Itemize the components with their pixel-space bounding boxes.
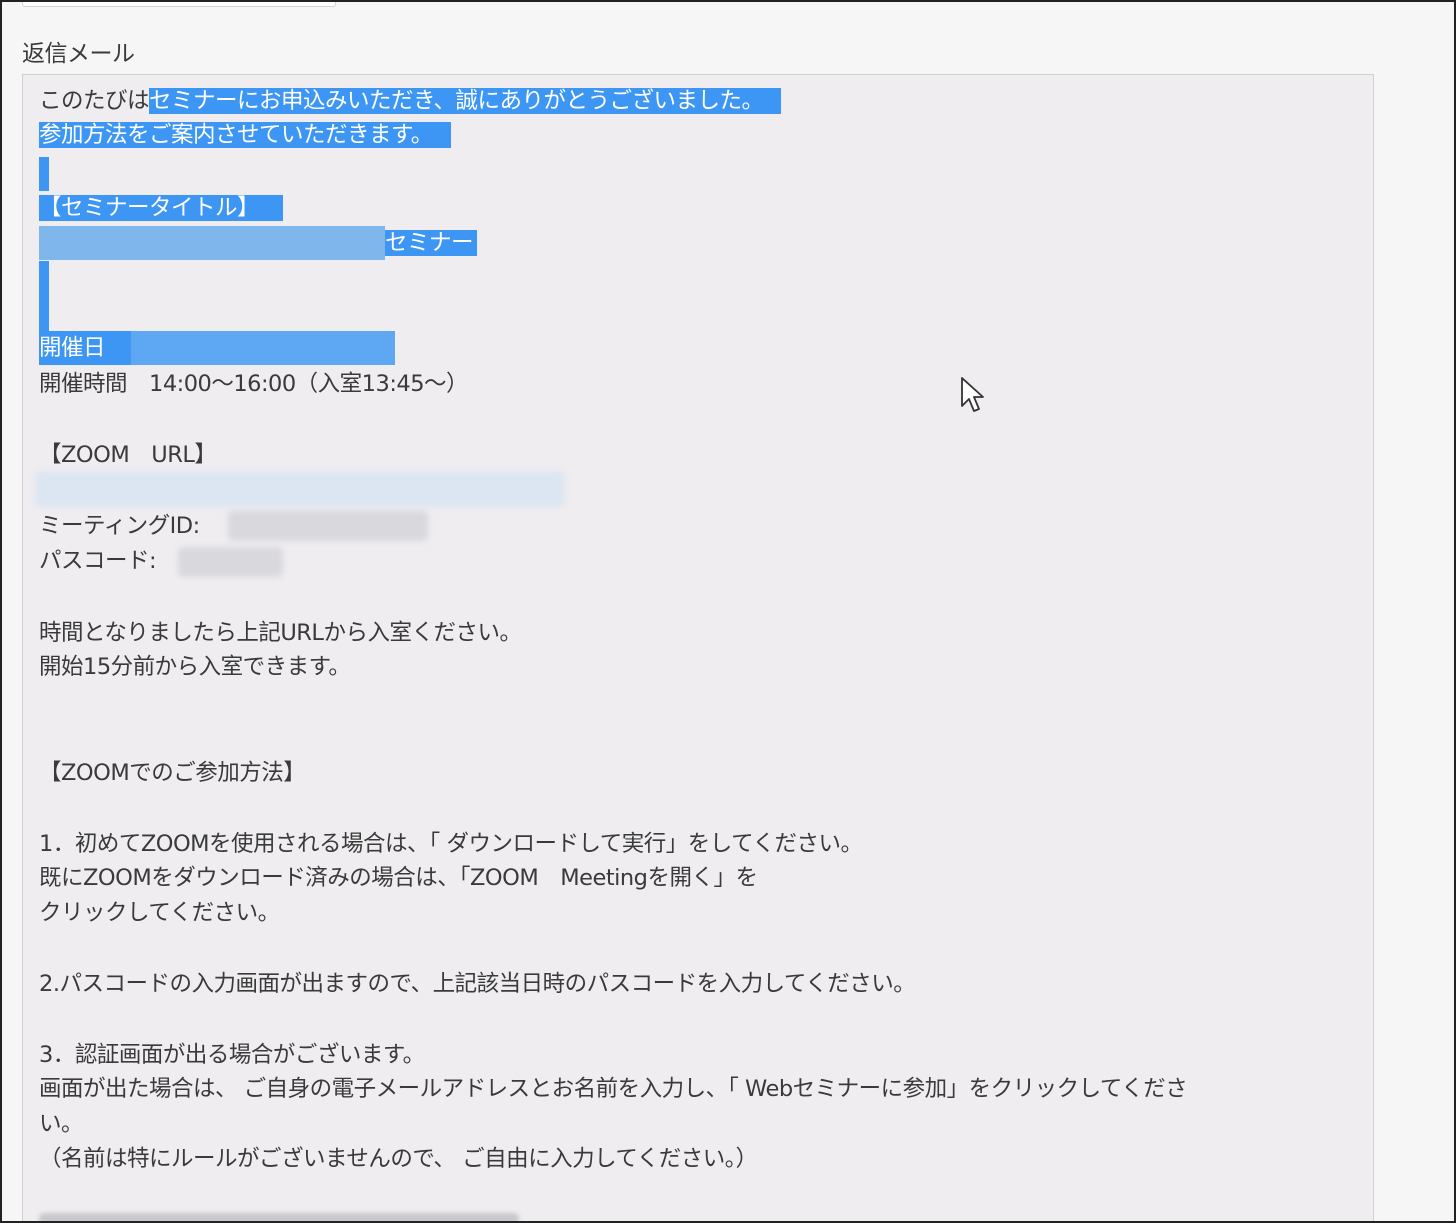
event-date-label: 開催日 xyxy=(39,331,131,365)
step3-line-a: 3．認証画面が出る場合がございます。 xyxy=(39,1042,425,1068)
meeting-id-line: ミーティングID: xyxy=(39,509,200,543)
event-time-line: 開催時間 14:00～16:00（入室13:45～） xyxy=(39,371,469,397)
meeting-id-label: ミーティングID: xyxy=(39,513,200,539)
guide-line: 参加方法をご案内させていただきます。 xyxy=(39,118,451,152)
zoom-url-blurred xyxy=(35,471,565,507)
guide-text: 参加方法をご案内させていただきます。 xyxy=(39,122,451,148)
intro-line: このたびはセミナーにお申込みいただき、誠にありがとうございました。 xyxy=(39,84,782,118)
join-note-2: 開始15分前から入室できます。 xyxy=(39,654,351,680)
event-date-line: 開催日 xyxy=(39,331,395,365)
reply-mail-label: 返信メール xyxy=(22,41,135,67)
step3-line-c: い。 xyxy=(39,1111,84,1137)
mouse-pointer-icon xyxy=(961,377,984,412)
howto-heading: 【ZOOMでのご参加方法】 xyxy=(39,760,306,786)
join-note-1: 時間となりましたら上記URLから入室ください。 xyxy=(39,620,522,646)
step3-line-b: 画面が出た場合は、 ご自身の電子メールアドレスとお名前を入力し、「 Webセミナ… xyxy=(39,1076,1188,1102)
selection-blank-line xyxy=(39,157,49,191)
seminar-title-heading: 【セミナータイトル】 xyxy=(39,191,284,225)
selection-blank-line xyxy=(39,261,49,331)
zoom-url-heading: 【ZOOM URL】 xyxy=(39,442,217,468)
passcode-label: パスコード: xyxy=(39,548,157,574)
passcode-blurred xyxy=(178,547,283,577)
step1-line-c: クリックしてください。 xyxy=(39,900,280,926)
passcode-line: パスコード: xyxy=(39,544,157,578)
window-frame: 返信メール このたびはセミナーにお申込みいただき、誠にありがとうございました。 … xyxy=(0,0,1456,1223)
seminar-title-line: セミナー xyxy=(39,226,478,260)
seminar-title-suffix: セミナー xyxy=(385,230,478,256)
intro-plain: このたびは xyxy=(39,88,150,114)
step3-line-d: （名前は特にルールがございませんので、 ご自由に入力してください。） xyxy=(39,1146,758,1172)
reply-mail-textarea[interactable]: このたびはセミナーにお申込みいただき、誠にありがとうございました。 参加方法をご… xyxy=(22,74,1374,1221)
seminar-title-blurred xyxy=(39,226,385,260)
step1-line-a: 1．初めてZOOMを使用される場合は、「 ダウンロードして実行」をしてください。 xyxy=(39,831,863,857)
step2-line: 2.パスコードの入力画面が出ますので、上記該当日時のパスコードを入力してください… xyxy=(39,971,916,997)
meeting-id-blurred xyxy=(228,511,428,541)
step1-line-b: 既にZOOMをダウンロード済みの場合は、「ZOOM Meetingを開く」を xyxy=(39,865,758,891)
event-date-blurred xyxy=(131,331,395,365)
intro-selected: セミナーにお申込みいただき、誠にありがとうございました。 xyxy=(149,88,782,114)
next-line-cut-off xyxy=(39,1213,519,1221)
previous-field-edge xyxy=(22,2,336,7)
